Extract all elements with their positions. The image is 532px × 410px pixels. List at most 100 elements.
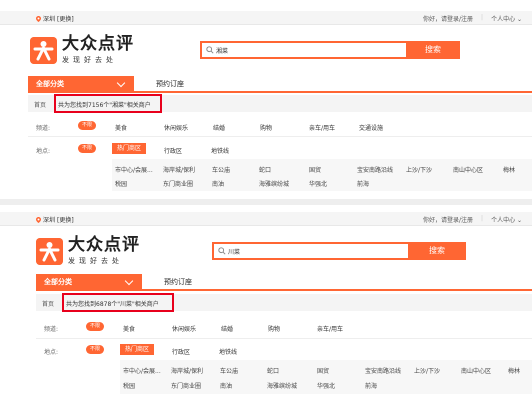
channel-option[interactable]: 结婚 <box>213 123 225 132</box>
area-option[interactable]: 海雅缤纷城 <box>259 179 289 188</box>
area-filter: 地点: 不限 热门商区 行政区 地铁线 <box>28 143 532 155</box>
logo[interactable]: 大众点评 发现好去处 <box>36 236 140 266</box>
area-option[interactable]: 市中心/会展... <box>123 366 161 375</box>
search-box[interactable] <box>200 41 408 59</box>
switch-city-link[interactable]: [更换] <box>57 14 74 23</box>
area-option[interactable]: 宝安南路沿线 <box>365 366 401 375</box>
tab-district[interactable]: 行政区 <box>172 347 190 356</box>
area-option[interactable]: 国贸 <box>309 165 321 174</box>
chevron-down-icon <box>124 276 134 286</box>
map-pin-icon <box>36 216 41 223</box>
area-option[interactable]: 蛇口 <box>267 366 279 375</box>
area-options: 市中心/会展... 海岸城/保利 车公庙 蛇口 国贸 宝安南路沿线 上沙/下沙 … <box>120 360 532 394</box>
area-option[interactable]: 上沙/下沙 <box>406 165 432 174</box>
all-categories-menu[interactable]: 全部分类 <box>28 76 134 93</box>
channel-option[interactable]: 美食 <box>115 123 127 132</box>
area-option[interactable]: 车公庙 <box>220 366 238 375</box>
highlight-box <box>62 293 174 312</box>
channel-option[interactable]: 休闲娱乐 <box>164 123 188 132</box>
search-button[interactable]: 搜索 <box>406 41 460 59</box>
logo-slogan: 发现好去处 <box>62 56 117 64</box>
search-box[interactable] <box>212 242 410 260</box>
map-pin-icon <box>36 15 41 22</box>
breadcrumb-home[interactable]: 首页 <box>42 299 54 308</box>
tab-metro[interactable]: 地铁线 <box>219 347 237 356</box>
channel-filter: 频道: 不限 美食 休闲娱乐 结婚 购物 亲车/用车 <box>36 321 532 333</box>
area-option[interactable]: 海岸城/保利 <box>163 165 195 174</box>
area-option[interactable]: 上沙/下沙 <box>414 366 440 375</box>
login-link[interactable]: 你好，请登录/注册 <box>423 14 473 23</box>
magnifier-icon <box>218 247 226 255</box>
area-option[interactable]: 宝安南路沿线 <box>357 165 393 174</box>
channel-option[interactable]: 亲车/用车 <box>309 123 335 132</box>
category-nav: 全部分类 预约订座 <box>28 76 532 93</box>
area-option[interactable]: 华强北 <box>309 179 327 188</box>
search-input[interactable] <box>216 44 366 56</box>
search-button[interactable]: 搜索 <box>408 242 466 260</box>
divider <box>28 136 532 137</box>
area-option[interactable]: 梅林 <box>503 165 515 174</box>
area-option[interactable]: 南山中心区 <box>461 366 491 375</box>
city-name: 深圳 <box>43 16 56 23</box>
channel-option[interactable]: 购物 <box>268 324 280 333</box>
area-unlimited-button[interactable]: 不限 <box>86 345 104 354</box>
panel-separator <box>0 199 532 205</box>
area-option[interactable]: 梅林 <box>508 366 520 375</box>
area-option[interactable]: 市中心/会展... <box>115 165 153 174</box>
logo-name: 大众点评 <box>68 235 140 255</box>
booking-link[interactable]: 预约订座 <box>156 76 184 93</box>
dianping-logo-icon <box>36 237 63 265</box>
city-selector[interactable]: 深圳 [更换] <box>36 14 74 23</box>
channel-option[interactable]: 购物 <box>260 123 272 132</box>
channel-unlimited-button[interactable]: 不限 <box>78 121 96 130</box>
all-categories-label: 全部分类 <box>36 80 64 88</box>
highlight-box <box>54 94 162 113</box>
area-option[interactable]: 车公庙 <box>212 165 230 174</box>
all-categories-menu[interactable]: 全部分类 <box>36 274 142 291</box>
area-option[interactable]: 税园 <box>123 381 135 390</box>
channel-option[interactable]: 休闲娱乐 <box>172 324 196 333</box>
search-input[interactable] <box>228 245 378 257</box>
area-option[interactable]: 东门商业圈 <box>163 179 193 188</box>
area-option[interactable]: 南油 <box>212 179 224 188</box>
area-option[interactable]: 前海 <box>365 381 377 390</box>
login-link[interactable]: 你好，请登录/注册 <box>423 215 473 224</box>
tab-hot-business[interactable]: 热门商区 <box>112 143 147 154</box>
tab-district[interactable]: 行政区 <box>164 146 182 155</box>
chevron-down-icon <box>116 78 126 88</box>
area-option[interactable]: 南油 <box>220 381 232 390</box>
channel-label: 频道: <box>44 326 59 333</box>
dianping-logo-icon <box>30 36 57 64</box>
logo[interactable]: 大众点评 发现好去处 <box>30 35 134 65</box>
city-selector[interactable]: 深圳 [更换] <box>36 215 74 224</box>
area-option[interactable]: 南山中心区 <box>453 165 483 174</box>
tab-hot-business[interactable]: 热门商区 <box>120 344 155 355</box>
switch-city-link[interactable]: [更换] <box>57 215 74 224</box>
area-option[interactable]: 蛇口 <box>259 165 271 174</box>
area-label: 地点: <box>36 148 51 155</box>
divider <box>36 338 532 339</box>
area-option[interactable]: 华强北 <box>317 381 335 390</box>
channel-option[interactable]: 结婚 <box>221 324 233 333</box>
area-options: 市中心/会展... 海岸城/保利 车公庙 蛇口 国贸 宝安南路沿线 上沙/下沙 … <box>112 159 532 191</box>
tab-metro[interactable]: 地铁线 <box>211 146 229 155</box>
area-option[interactable]: 前海 <box>357 179 369 188</box>
user-center-menu[interactable]: 个人中心 ⌄ <box>491 215 522 224</box>
area-option[interactable]: 国贸 <box>317 366 329 375</box>
area-option[interactable]: 东门商业圈 <box>171 381 201 390</box>
area-option[interactable]: 税园 <box>115 179 127 188</box>
area-option[interactable]: 海雅缤纷城 <box>267 381 297 390</box>
channel-option[interactable]: 亲车/用车 <box>317 324 343 333</box>
user-center-menu[interactable]: 个人中心 ⌄ <box>491 14 522 23</box>
all-categories-label: 全部分类 <box>44 278 72 286</box>
channel-option[interactable]: 交通设施 <box>359 123 383 132</box>
breadcrumb-home[interactable]: 首页 <box>34 100 46 109</box>
search-results-panel-1: 深圳 [更换] 你好，请登录/注册 | 个人中心 ⌄ 大众点评 发现好去处 搜索… <box>0 0 532 198</box>
area-option[interactable]: 海岸城/保利 <box>171 366 203 375</box>
area-unlimited-button[interactable]: 不限 <box>78 144 96 153</box>
magnifier-icon <box>206 46 214 54</box>
channel-unlimited-button[interactable]: 不限 <box>86 322 104 331</box>
separator: | <box>481 14 484 21</box>
channel-option[interactable]: 美食 <box>123 324 135 333</box>
booking-link[interactable]: 预约订座 <box>164 274 192 291</box>
